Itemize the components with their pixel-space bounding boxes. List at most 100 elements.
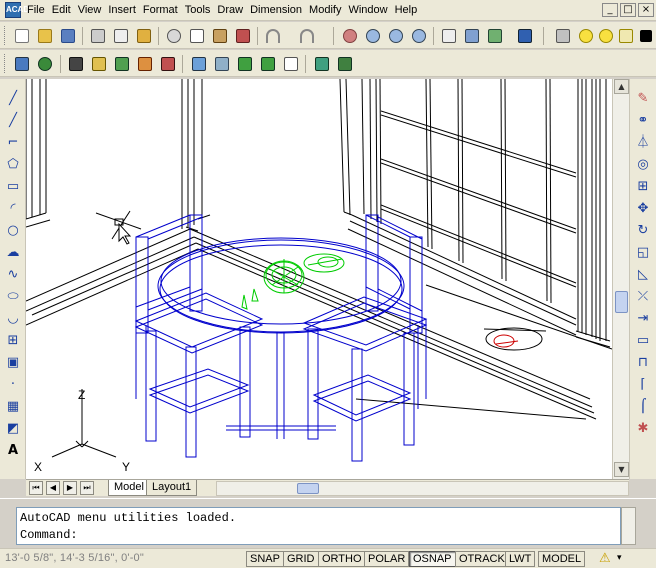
toolbar-grip[interactable] [4,26,7,45]
command-prompt[interactable]: Command: [20,527,617,544]
fog-icon[interactable] [212,54,232,74]
match-properties-icon[interactable] [233,26,253,46]
polygon-icon[interactable]: ⬠ [3,155,23,175]
polyline-icon[interactable]: ⌐ [3,133,23,153]
point-icon[interactable]: · [3,375,23,395]
move-icon[interactable]: ✥ [633,199,653,219]
ortho-toggle[interactable]: ORTHO [318,551,366,567]
vertical-scroll-thumb[interactable] [615,291,628,313]
render-preferences-icon[interactable] [312,54,332,74]
landscape-library-icon[interactable] [281,54,301,74]
tab-layout1[interactable]: Layout1 [146,480,198,496]
save-icon[interactable] [58,26,78,46]
open-icon[interactable] [35,26,55,46]
autocad-app-icon[interactable]: ACAD [5,2,29,18]
mirror-icon[interactable]: ⏃ [633,133,653,153]
undo-icon[interactable] [263,26,283,46]
layer-lock-icon[interactable] [616,26,636,46]
cut-icon[interactable] [164,26,184,46]
landscape-edit-icon[interactable] [258,54,278,74]
vertical-scrollbar[interactable]: ▲ ▼ [612,79,629,479]
menu-format[interactable]: Format [143,4,185,16]
restore-button[interactable]: □ [620,3,636,17]
zoom-previous-icon[interactable] [409,26,429,46]
grid-toggle[interactable]: GRID [283,551,319,567]
layer-freeze-sun-icon[interactable] [596,26,616,46]
insert-block-icon[interactable]: ⊞ [3,331,23,351]
landscape-new-icon[interactable] [235,54,255,74]
tab-model[interactable]: Model [108,480,150,496]
ellipse-arc-icon[interactable]: ◡ [3,309,23,329]
extend-icon[interactable]: ⇥ [633,309,653,329]
menu-modify[interactable]: Modify [309,4,348,16]
layer-manager-icon[interactable] [553,26,573,46]
menu-help[interactable]: Help [395,4,425,16]
next-tab-icon[interactable]: ▶ [63,481,77,495]
lights-icon[interactable] [89,54,109,74]
close-button[interactable]: × [638,3,654,17]
revision-cloud-icon[interactable]: ☁ [3,243,23,263]
mapping-icon[interactable] [158,54,178,74]
snap-toggle[interactable]: SNAP [246,551,284,567]
fillet-icon[interactable]: ⌠ [633,397,653,417]
explode-icon[interactable]: ✱ [633,419,653,439]
chamfer-icon[interactable]: ⌈ [633,375,653,395]
scroll-up-icon[interactable]: ▲ [614,79,629,94]
lineweight-toggle[interactable]: LWT [505,551,536,567]
arc-icon[interactable]: ◜ [3,199,23,219]
design-center-icon[interactable] [462,26,482,46]
erase-icon[interactable]: ✎ [633,89,653,109]
first-tab-icon[interactable]: ⏮ [29,481,43,495]
last-tab-icon[interactable]: ⏭ [80,481,94,495]
scenes-icon[interactable] [66,54,86,74]
otrack-toggle[interactable]: OTRACK [455,551,509,567]
properties-icon[interactable] [439,26,459,46]
materials-library-icon[interactable] [135,54,155,74]
horizontal-scrollbar[interactable] [216,481,629,496]
minimize-button[interactable]: _ [602,3,618,17]
rotate-icon[interactable]: ↻ [633,221,653,241]
horizontal-scroll-thumb[interactable] [297,483,319,494]
scroll-down-icon[interactable]: ▼ [614,462,629,477]
zoom-window-icon[interactable] [386,26,406,46]
menu-tools[interactable]: Tools [185,4,218,16]
hide-icon[interactable] [12,54,32,74]
scale-icon[interactable]: ◱ [633,243,653,263]
new-icon[interactable] [12,26,32,46]
render-icon[interactable] [35,54,55,74]
command-text-area[interactable]: AutoCAD menu utilities loaded. Command: [16,507,621,545]
multiline-text-icon[interactable]: A [3,441,23,461]
offset-icon[interactable]: ◎ [633,155,653,175]
materials-icon[interactable] [112,54,132,74]
menu-dimension[interactable]: Dimension [250,4,309,16]
break-at-point-icon[interactable]: ⊓ [633,353,653,373]
region-icon[interactable]: ◩ [3,419,23,439]
prev-tab-icon[interactable]: ◀ [46,481,60,495]
drawing-area[interactable]: Z X Y [26,79,612,479]
spline-icon[interactable]: ∿ [3,265,23,285]
zoom-realtime-icon[interactable] [363,26,383,46]
stretch-icon[interactable]: ◺ [633,265,653,285]
redo-icon[interactable] [297,26,317,46]
tool-palettes-icon[interactable] [485,26,505,46]
copy-icon[interactable] [187,26,207,46]
communication-center-icon[interactable]: ⚠ [599,552,613,566]
trim-icon[interactable]: ⤫ [633,287,653,307]
model-space-toggle[interactable]: MODEL [538,551,586,567]
statistics-icon[interactable] [335,54,355,74]
menu-view[interactable]: View [78,4,109,16]
line-icon[interactable]: ╱ [3,89,23,109]
menu-file[interactable]: File [27,4,52,16]
break-icon[interactable]: ▭ [633,331,653,351]
polar-toggle[interactable]: POLAR [364,551,410,567]
toolbar-grip[interactable] [4,54,7,73]
circle-icon[interactable]: ○ [3,221,23,241]
paste-icon[interactable] [210,26,230,46]
ellipse-icon[interactable]: ⬭ [3,287,23,307]
menu-edit[interactable]: Edit [52,4,78,16]
menu-draw[interactable]: Draw [217,4,250,16]
publish-icon[interactable] [134,26,154,46]
print-icon[interactable] [88,26,108,46]
pan-icon[interactable] [340,26,360,46]
construction-line-icon[interactable]: ╱ [3,111,23,131]
